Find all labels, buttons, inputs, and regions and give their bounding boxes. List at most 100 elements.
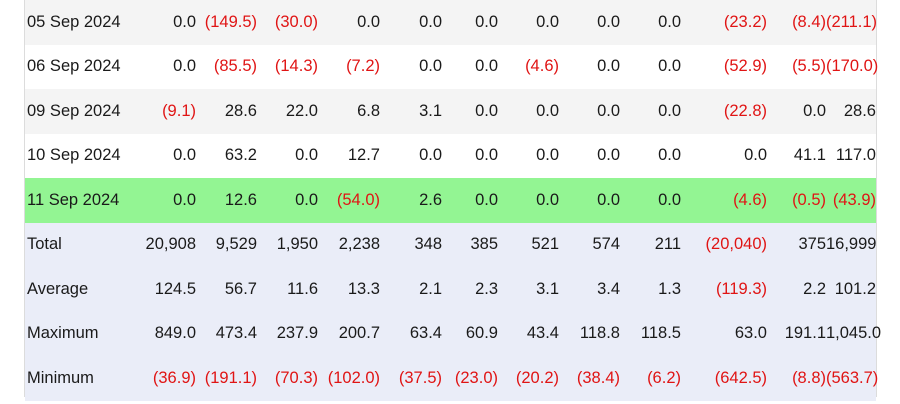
table-cell: 0.0 (620, 89, 681, 134)
table-row[interactable]: 09 Sep 2024 (9.1) 28.6 22.0 6.8 3.1 0.0 0.0 0.0 0… (25, 89, 876, 134)
table-cell: (8.8) (767, 356, 826, 401)
table-cell: 0.0 (559, 178, 620, 223)
table-cell: 56.7 (196, 267, 257, 312)
summary-row[interactable]: Maximum 849.0 473.4 237.9 200.7 63.4 60.9 43.4 1… (25, 311, 881, 356)
table-row[interactable]: 06 Sep 2024 0.0 (85.5) (14.3) (7.2) 0.0 0.0 (4.… (25, 44, 878, 89)
table-cell: 385 (442, 222, 498, 267)
table-cell: 20,908 (135, 222, 196, 267)
table-cell: 12.6 (196, 178, 257, 223)
table-cell: 118.8 (559, 311, 620, 356)
table-cell: 3.1 (498, 267, 559, 312)
table-cell: 0.0 (498, 0, 559, 45)
table-cell: 0.0 (498, 133, 559, 178)
table-cell: 2.2 (767, 267, 826, 312)
table-cell: 0.0 (257, 133, 318, 178)
table-cell: 0.0 (559, 133, 620, 178)
table-cell: 375 (767, 222, 826, 267)
table-cell: (30.0) (257, 0, 318, 45)
table-cell: 2.3 (442, 267, 498, 312)
table-row-highlighted[interactable]: 11 Sep 2024 0.0 12.6 0.0 (54.0) 2.6 0.0 0.0 0.0 0… (25, 178, 876, 223)
table-cell: 0.0 (620, 178, 681, 223)
table-cell: (7.2) (318, 44, 380, 89)
summary-row[interactable]: Minimum (36.9) (191.1) (70.3) (102.0) (37.5)(… (25, 356, 878, 401)
table-cell: (36.9) (135, 356, 196, 401)
table-cell: (38.4) (559, 356, 620, 401)
table-row[interactable]: 05 Sep 2024 0.0 (149.5) (30.0) 0.0 0.0 0.0 0.0 0… (25, 0, 877, 45)
table-cell: 200.7 (318, 311, 380, 356)
table-cell: 574 (559, 222, 620, 267)
table-cell: (6.2) (620, 356, 681, 401)
row-date: 11 Sep 2024 (25, 178, 135, 223)
table-cell: (23.2) (681, 0, 767, 45)
table-cell: (14.3) (257, 44, 318, 89)
table-cell: 101.2 (826, 267, 876, 312)
table-cell: 0.0 (135, 0, 196, 45)
table-cell: (102.0) (318, 356, 380, 401)
table-cell: (23.0) (442, 356, 498, 401)
table-cell: 6.8 (318, 89, 380, 134)
table-cell: 0.0 (498, 178, 559, 223)
table-cell: (5.5) (767, 44, 826, 89)
data-table-panel: 05 Sep 2024 0.0 (149.5) (30.0) 0.0 0.0 0.0 0.0 0… (24, 0, 881, 401)
table-cell: 117.0 (826, 133, 876, 178)
summary-row[interactable]: Total 20,908 9,529 1,950 2,238 348 385 521 574 21… (25, 222, 876, 267)
table-cell: 0.0 (135, 178, 196, 223)
table-cell: 0.0 (767, 89, 826, 134)
table-cell: (9.1) (135, 89, 196, 134)
table-cell: 0.0 (442, 178, 498, 223)
table-cell: 0.0 (442, 44, 498, 89)
table-cell: 0.0 (559, 44, 620, 89)
table-cell: 0.0 (442, 133, 498, 178)
table-cell: 849.0 (135, 311, 196, 356)
table-cell: (563.7) (826, 356, 878, 401)
table-cell: 63.4 (380, 311, 442, 356)
table-cell: (20,040) (681, 222, 767, 267)
table-cell: 2,238 (318, 222, 380, 267)
table-cell: 0.0 (681, 133, 767, 178)
table-cell: 63.2 (196, 133, 257, 178)
table-cell: 2.1 (380, 267, 442, 312)
table-cell: (4.6) (681, 178, 767, 223)
table-cell: 3.1 (380, 89, 442, 134)
table-cell: 237.9 (257, 311, 318, 356)
table-cell: 0.0 (380, 44, 442, 89)
table-cell: 0.0 (135, 44, 196, 89)
table-cell: 118.5 (620, 311, 681, 356)
table-cell: (4.6) (498, 44, 559, 89)
summary-label: Total (25, 222, 135, 267)
row-date: 09 Sep 2024 (25, 89, 135, 134)
table-cell: 28.6 (826, 89, 876, 134)
table-cell: 0.0 (318, 0, 380, 45)
table-cell: 0.0 (559, 0, 620, 45)
table-cell: 41.1 (767, 133, 826, 178)
table-cell: (85.5) (196, 44, 257, 89)
table-cell: (119.3) (681, 267, 767, 312)
table-cell: (191.1) (196, 356, 257, 401)
table-cell: (20.2) (498, 356, 559, 401)
table-cell: 0.0 (257, 178, 318, 223)
table-cell: 1,950 (257, 222, 318, 267)
table-cell: 43.4 (498, 311, 559, 356)
table-cell: 9,529 (196, 222, 257, 267)
summary-row[interactable]: Average 124.5 56.7 11.6 13.3 2.1 2.3 3.1 3.4 1.3(… (25, 267, 876, 312)
table-cell: (642.5) (681, 356, 767, 401)
table-cell: (8.4) (767, 0, 826, 45)
table-cell: 191.1 (767, 311, 826, 356)
table-cell: 0.0 (380, 0, 442, 45)
table-cell: (54.0) (318, 178, 380, 223)
table-cell: 2.6 (380, 178, 442, 223)
table-cell: (149.5) (196, 0, 257, 45)
table-row[interactable]: 10 Sep 2024 0.0 63.2 0.0 12.7 0.0 0.0 0.0 0.0 0.0… (25, 133, 876, 178)
table-cell: (37.5) (380, 356, 442, 401)
table-cell: 0.0 (442, 0, 498, 45)
table-cell: (170.0) (826, 44, 878, 89)
table-cell: 60.9 (442, 311, 498, 356)
data-table: 05 Sep 2024 0.0 (149.5) (30.0) 0.0 0.0 0.0 0.0 0… (25, 0, 881, 401)
summary-label: Minimum (25, 356, 135, 401)
table-cell: 0.0 (620, 44, 681, 89)
table-cell: (52.9) (681, 44, 767, 89)
table-cell: 11.6 (257, 267, 318, 312)
table-cell: 211 (620, 222, 681, 267)
table-cell: 0.0 (559, 89, 620, 134)
table-cell: 12.7 (318, 133, 380, 178)
